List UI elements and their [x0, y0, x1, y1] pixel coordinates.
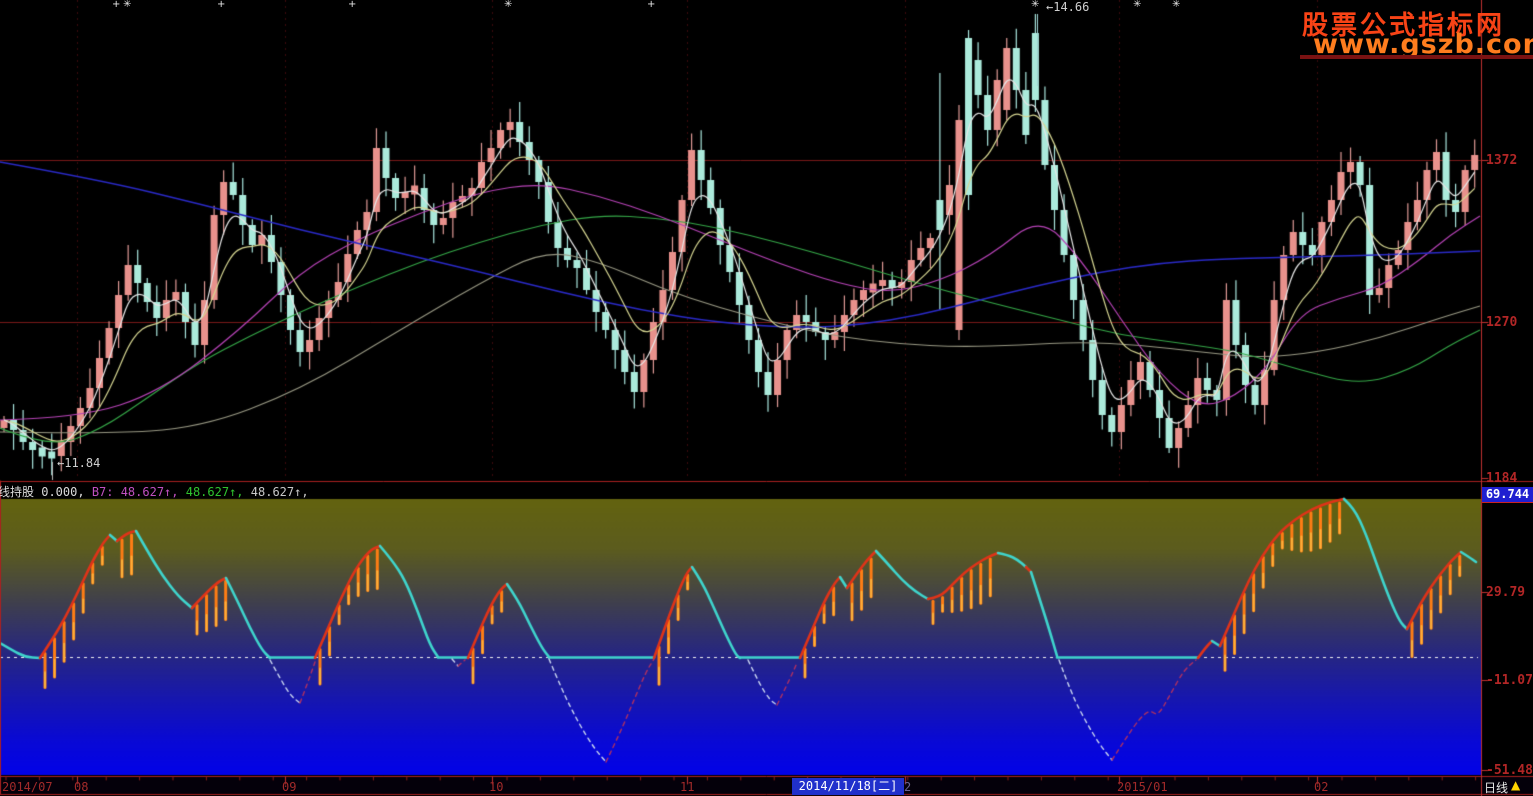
- watermark-underline: [1300, 55, 1533, 59]
- date-axis-label[interactable]: 09: [282, 780, 296, 794]
- date-axis-label[interactable]: 2014/07: [2, 780, 53, 794]
- indicator-max-value-badge: 69.744: [1482, 487, 1533, 503]
- signal-star-icon: ✳: [1031, 0, 1040, 10]
- high-price-annotation: ←14.66: [1046, 0, 1090, 14]
- price-axis-label: 1270: [1486, 315, 1518, 330]
- date-axis-label[interactable]: 02: [1314, 780, 1328, 794]
- indicator-name-and-value: 红线持股 0.000,: [0, 485, 85, 499]
- indicator-value-3: 48.627↑,: [250, 485, 309, 499]
- stock-app-window: 股票公式指标网 www.gszb.com ←14.66 ←11.84 红线持股 …: [0, 0, 1533, 796]
- price-axis-label: 29.79: [1486, 585, 1526, 600]
- period-up-triangle-icon[interactable]: ▲: [1511, 778, 1520, 792]
- signal-star-icon: ✳: [123, 0, 132, 10]
- date-axis-label[interactable]: 10: [489, 780, 503, 794]
- period-label[interactable]: 日线: [1484, 779, 1508, 796]
- signal-star-icon: ✳: [504, 0, 513, 10]
- candlestick-and-indicator-canvas: [0, 0, 1533, 796]
- indicator-value-2: 48.627↑,: [185, 485, 251, 499]
- signal-plus-icon: +: [647, 0, 656, 10]
- price-axis-label: -11.07: [1486, 673, 1533, 688]
- date-axis-label[interactable]: 2: [904, 780, 911, 794]
- date-axis-label[interactable]: 08: [74, 780, 88, 794]
- date-axis-label[interactable]: 11: [680, 780, 694, 794]
- signal-plus-icon: +: [348, 0, 357, 10]
- indicator-b7-value: B7: 48.627↑,: [91, 485, 186, 499]
- price-axis-label: 1372: [1486, 153, 1518, 168]
- signal-star-icon: ✳: [1172, 0, 1181, 10]
- signal-star-icon: ✳: [1133, 0, 1142, 10]
- signal-plus-icon: +: [217, 0, 226, 10]
- price-axis-label: -51.48: [1486, 763, 1533, 778]
- low-price-annotation: ←11.84: [57, 456, 101, 470]
- signal-plus-icon: +: [112, 0, 121, 10]
- price-axis-label: 1184: [1486, 471, 1518, 486]
- date-axis-label[interactable]: 2015/01: [1117, 780, 1168, 794]
- current-date-badge[interactable]: 2014/11/18[二]: [792, 778, 904, 795]
- indicator-header: 红线持股 0.000, B7: 48.627↑, 48.627↑, 48.627…: [0, 483, 309, 500]
